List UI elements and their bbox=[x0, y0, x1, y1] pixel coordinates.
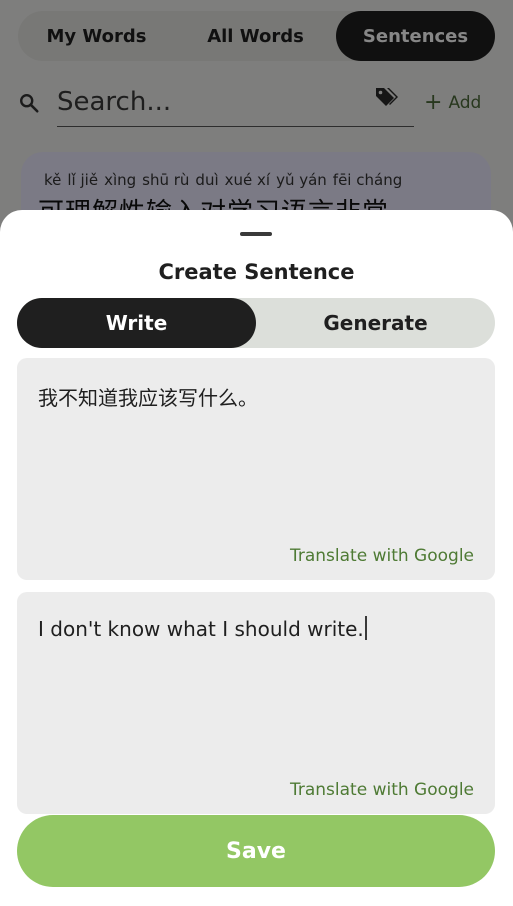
create-sentence-sheet: Create Sentence Write Generate 我不知道我应该写什… bbox=[0, 210, 513, 906]
translation-text: I don't know what I should write. bbox=[38, 617, 364, 641]
save-button[interactable]: Save bbox=[17, 815, 495, 887]
mode-write-button[interactable]: Write bbox=[17, 298, 256, 348]
sheet-title: Create Sentence bbox=[158, 260, 355, 284]
translation-text-field[interactable]: I don't know what I should write. Transl… bbox=[17, 592, 495, 814]
translation-text-wrapper: I don't know what I should write. bbox=[38, 616, 367, 641]
translate-original-link[interactable]: Translate with Google bbox=[290, 546, 474, 566]
original-text: 我不知道我应该写什么。 bbox=[38, 386, 258, 410]
translate-translation-link[interactable]: Translate with Google bbox=[290, 780, 474, 800]
text-cursor bbox=[364, 616, 367, 640]
mode-generate-button[interactable]: Generate bbox=[256, 298, 495, 348]
mode-toggle: Write Generate bbox=[17, 298, 495, 348]
original-text-field[interactable]: 我不知道我应该写什么。 Translate with Google bbox=[17, 358, 495, 580]
drag-handle[interactable] bbox=[240, 232, 272, 236]
